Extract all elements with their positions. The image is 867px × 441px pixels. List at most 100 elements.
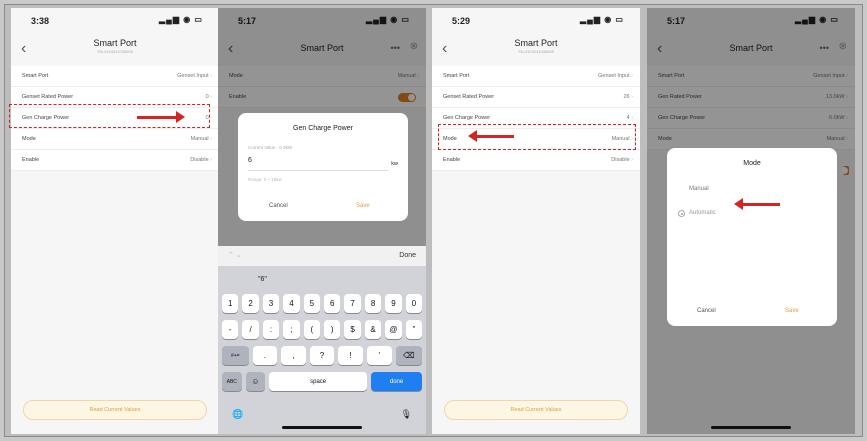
read-current-values-button[interactable]: Read Current Values [444,400,628,420]
read-current-values-button[interactable]: Read Current Values [23,400,207,420]
key[interactable]: ! [338,346,363,365]
backspace-icon[interactable]: ⌫ [395,346,423,365]
row-value: Disable [611,157,633,163]
key[interactable]: / [242,320,259,339]
phone-screen-1: 3:38 ▂▄▆ ◉ ▭ ‹ Smart Port SN-41940410056… [11,8,219,434]
key[interactable]: , [281,346,306,365]
range-text: Range: 0 ~ 16kw [248,177,282,182]
key[interactable]: 6 [324,294,341,313]
phone-screen-4: 5:17 ▂▄▆ ◉ ▭ ‹ Smart Port ••• ⊗ Smart Po… [647,8,855,434]
key[interactable]: & [364,320,382,339]
device-serial: SN-4194041005605 [518,49,554,54]
status-time: 5:29 [452,16,471,26]
status-time: 3:38 [31,16,50,26]
dialog-title: Mode [743,160,761,167]
key[interactable]: 4 [283,294,300,313]
power-input[interactable]: 6 [248,157,388,171]
signal-wifi-battery-icon: ▂▄▆ ◉ ▭ [159,15,203,24]
suggestion-text[interactable]: "6" [258,276,267,283]
done-key[interactable]: done [371,372,422,391]
device-serial: SN-4194041005605 [97,49,133,54]
page-title: Smart Port [514,38,558,48]
key[interactable]: . [252,346,278,365]
key[interactable]: 0 [405,294,423,313]
row-label: Gen Charge Power [443,115,491,121]
phone-screen-2: 5:17 ▂▄▆ ◉ ▭ ‹ Smart Port ••• ⊗ Mode Manu… [218,8,426,434]
red-arrow-icon [137,111,185,123]
keyboard-toolbar: ⌃ ⌄ Done [218,246,426,266]
current-value-text: Current Value - 0.0kW [248,145,293,150]
row-value: Disable [190,157,212,163]
key[interactable]: " [405,320,423,339]
key-row-numbers: 1 2 3 4 5 6 7 8 9 0 [222,294,423,313]
row-value: Manual [191,136,212,142]
key[interactable]: 7 [344,294,361,313]
key[interactable]: ) [324,320,341,339]
cancel-button[interactable]: Cancel [269,203,288,209]
keyboard-done-button[interactable]: Done [399,252,416,259]
symbols-toggle-key[interactable]: #+= [222,346,249,365]
cancel-button[interactable]: Cancel [697,308,716,314]
row-mode[interactable]: Mode Manual [11,129,219,150]
key[interactable]: 1 [222,294,239,313]
row-label: Smart Port [443,73,470,79]
row-label: Enable [22,157,40,163]
red-arrow-icon [734,198,780,210]
key[interactable]: $ [344,320,361,339]
row-label: Smart Port [22,73,49,79]
key[interactable]: ; [283,320,300,339]
red-arrow-icon [468,130,514,142]
key[interactable]: ? [309,346,335,365]
globe-icon[interactable]: 🌐 [232,409,243,420]
key[interactable]: 5 [303,294,321,313]
chevron-up-down-icon[interactable]: ⌃ ⌄ [228,251,242,259]
keyboard: ⌃ ⌄ Done "6" 1 2 3 4 5 6 7 8 9 0 - / : ;… [218,246,426,434]
nav-bar: ‹ Smart Port SN-4194041005605 [11,30,219,66]
key[interactable]: 8 [364,294,382,313]
key-row-bottom: ABC ☺ space done [222,372,422,391]
key[interactable]: 3 [262,294,280,313]
row-label: Enable [443,157,461,163]
key[interactable]: @ [385,320,402,339]
abc-key[interactable]: ABC [222,372,242,391]
gen-charge-power-dialog: Gen Charge Power Current Value - 0.0kW 6… [238,113,408,221]
microphone-icon[interactable]: 🎙 [401,409,412,420]
page-title: Smart Port [93,38,137,48]
dialog-title: Gen Charge Power [293,125,353,132]
home-indicator [711,426,791,429]
row-enable[interactable]: Enable Disable [432,150,640,171]
home-indicator [282,426,362,429]
phone-screen-3: 5:29 ▂▄▆ ◉ ▭ ‹ Smart Port SN-41940410056… [432,8,640,434]
emoji-icon[interactable]: ☺ [245,372,266,391]
space-key[interactable]: space [269,372,368,391]
key[interactable]: 9 [385,294,402,313]
save-button[interactable]: Save [785,308,799,314]
key[interactable]: : [262,320,280,339]
settings-list: Smart Port Genset Input Genset Rated Powe… [432,66,640,171]
status-bar: 5:29 ▂▄▆ ◉ ▭ [432,8,640,30]
row-smart-port[interactable]: Smart Port Genset Input [432,66,640,87]
mode-dialog: Mode Manual Automatic Cancel Save [667,148,837,326]
key[interactable]: 2 [242,294,259,313]
row-value: 0 [206,94,212,100]
row-value: 26 [624,94,634,100]
save-button[interactable]: Save [356,203,370,209]
unit-label: kw [391,161,398,167]
key-row-symbols: - / : ; ( ) $ & @ " [222,320,423,339]
key[interactable]: ( [303,320,321,339]
row-enable[interactable]: Enable Disable [11,150,219,171]
row-value: Genset Input [598,73,633,79]
row-label: Mode [22,136,36,142]
nav-bar: ‹ Smart Port SN-4194041005605 [432,30,640,66]
radio-icon[interactable] [678,210,685,217]
row-genset-rated-power[interactable]: Genset Rated Power 26 [432,87,640,108]
row-smart-port[interactable]: Smart Port Genset Input [11,66,219,87]
key[interactable]: - [222,320,239,339]
option-automatic[interactable]: Automatic [689,210,716,216]
signal-wifi-battery-icon: ▂▄▆ ◉ ▭ [580,15,624,24]
row-label: Genset Rated Power [443,94,495,100]
key[interactable]: ' [366,346,392,365]
row-label: Genset Rated Power [22,94,74,100]
option-manual[interactable]: Manual [689,186,709,192]
key-row-punctuation: #+= . , ? ! ' ⌫ [222,346,423,365]
